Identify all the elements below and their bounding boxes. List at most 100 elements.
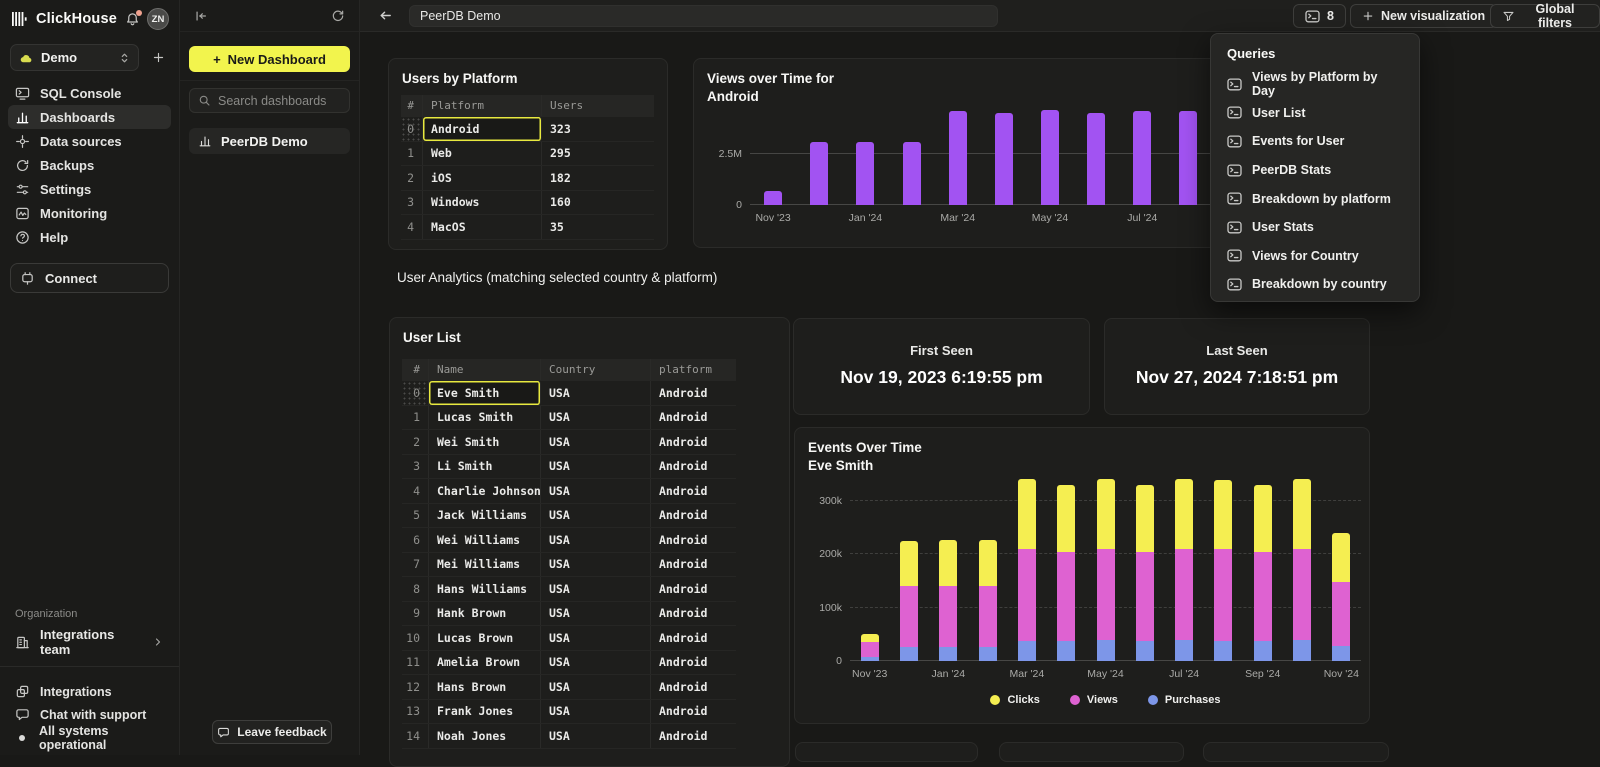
table-cell[interactable]: Web xyxy=(423,142,542,166)
query-item-views-for-country[interactable]: Views for Country xyxy=(1211,242,1419,271)
table-cell[interactable]: Windows xyxy=(423,191,542,215)
purchases-segment xyxy=(1057,641,1075,661)
table-cell[interactable]: Android xyxy=(651,381,736,405)
legend-item-views[interactable]: Views xyxy=(1070,694,1118,706)
dashboard-item-peerdb-demo[interactable]: PeerDB Demo xyxy=(189,128,350,154)
table-cell[interactable]: Android xyxy=(651,479,736,503)
sidebar-item-settings[interactable]: Settings xyxy=(8,177,171,201)
table-cell[interactable]: USA xyxy=(541,626,651,650)
table-cell[interactable]: 182 xyxy=(542,166,654,190)
table-cell[interactable]: USA xyxy=(541,406,651,430)
query-item-user-stats[interactable]: User Stats xyxy=(1211,213,1419,242)
selected-cell[interactable]: Android xyxy=(423,117,542,141)
sidebar-item-help[interactable]: Help xyxy=(8,225,171,249)
back-arrow-icon[interactable] xyxy=(378,8,393,23)
sidebar-item-data-sources[interactable]: Data sources xyxy=(8,129,171,153)
table-cell[interactable]: 295 xyxy=(542,142,654,166)
table-cell[interactable]: USA xyxy=(541,651,651,675)
table-cell[interactable]: Noah Jones xyxy=(429,724,541,748)
table-cell[interactable]: 160 xyxy=(542,191,654,215)
refresh-icon[interactable] xyxy=(331,9,345,23)
table-cell[interactable]: Jack Williams xyxy=(429,504,541,528)
table-cell[interactable]: Android xyxy=(651,504,736,528)
sidebar-item-backups[interactable]: Backups xyxy=(8,153,171,177)
sidebar-item-monitoring[interactable]: Monitoring xyxy=(8,201,171,225)
table-cell[interactable]: Hank Brown xyxy=(429,602,541,626)
table-cell[interactable]: USA xyxy=(541,675,651,699)
notifications-bell-icon[interactable] xyxy=(125,12,140,27)
sidebar-item-integrations-team[interactable]: Integrations team xyxy=(8,630,171,654)
service-selector[interactable]: Demo xyxy=(10,44,139,71)
query-item-user-list[interactable]: User List xyxy=(1211,99,1419,128)
new-dashboard-button[interactable]: + New Dashboard xyxy=(189,46,350,72)
table-cell[interactable]: Mei Williams xyxy=(429,553,541,577)
table-cell[interactable]: USA xyxy=(541,528,651,552)
table-cell[interactable]: Android xyxy=(651,724,736,748)
selected-cell[interactable]: Eve Smith xyxy=(429,381,541,405)
user-avatar[interactable]: ZN xyxy=(147,8,169,30)
table-cell[interactable]: USA xyxy=(541,602,651,626)
table-cell[interactable]: USA xyxy=(541,479,651,503)
table-cell[interactable]: iOS xyxy=(423,166,542,190)
table-cell[interactable]: USA xyxy=(541,455,651,479)
table-cell[interactable]: Android xyxy=(651,651,736,675)
table-cell[interactable]: Android xyxy=(651,675,736,699)
stat-value: Nov 27, 2024 7:18:51 pm xyxy=(1105,367,1369,388)
table-cell[interactable]: Android xyxy=(651,455,736,479)
sidebar: ClickHouse ZN Demo xyxy=(0,0,180,755)
table-cell[interactable]: Android xyxy=(651,406,736,430)
table-cell[interactable]: Frank Jones xyxy=(429,700,541,724)
table-cell[interactable]: Hans Williams xyxy=(429,577,541,601)
table-cell[interactable]: USA xyxy=(541,700,651,724)
footer-item-integrations[interactable]: Integrations xyxy=(8,680,171,703)
table-cell[interactable]: Android xyxy=(651,553,736,577)
new-visualization-button[interactable]: New visualization xyxy=(1350,4,1497,28)
table-cell[interactable]: USA xyxy=(541,577,651,601)
table-cell[interactable]: Amelia Brown xyxy=(429,651,541,675)
legend-item-clicks[interactable]: Clicks xyxy=(990,694,1039,706)
footer-item-all-systems-operational[interactable]: All systems operational xyxy=(8,726,171,749)
table-cell[interactable]: USA xyxy=(541,430,651,454)
table-cell[interactable]: Lucas Brown xyxy=(429,626,541,650)
query-item-views-by-platform-by-day[interactable]: Views by Platform by Day xyxy=(1211,70,1419,99)
search-dashboards-input[interactable] xyxy=(218,94,341,108)
query-item-peerdb-stats[interactable]: PeerDB Stats xyxy=(1211,156,1419,185)
legend-dot xyxy=(1148,695,1158,705)
query-item-breakdown-by-platform[interactable]: Breakdown by platform xyxy=(1211,184,1419,213)
table-cell[interactable]: Charlie Johnson xyxy=(429,479,541,503)
table-cell[interactable]: 35 xyxy=(542,215,654,239)
table-cell[interactable]: Android xyxy=(651,430,736,454)
leave-feedback-button[interactable]: Leave feedback xyxy=(212,720,332,744)
collapse-sidebar-icon[interactable] xyxy=(194,9,208,23)
global-filters-button[interactable]: Global filters xyxy=(1490,4,1600,28)
table-cell[interactable]: USA xyxy=(541,504,651,528)
table-cell[interactable]: Hans Brown xyxy=(429,675,541,699)
table-cell[interactable]: Li Smith xyxy=(429,455,541,479)
query-item-label: Breakdown by country xyxy=(1252,277,1387,291)
table-cell[interactable]: Lucas Smith xyxy=(429,406,541,430)
query-item-events-for-user[interactable]: Events for User xyxy=(1211,127,1419,156)
sidebar-item-sql-console[interactable]: SQL Console xyxy=(8,81,171,105)
table-cell[interactable]: Android xyxy=(651,626,736,650)
views-segment xyxy=(900,586,918,646)
table-cell[interactable]: Wei Williams xyxy=(429,528,541,552)
table-cell[interactable]: USA xyxy=(541,553,651,577)
add-service-button[interactable] xyxy=(147,51,169,64)
table-cell[interactable]: USA xyxy=(541,381,651,405)
table-cell[interactable]: USA xyxy=(541,724,651,748)
queries-count-button[interactable]: 8 xyxy=(1293,4,1346,28)
table-cell[interactable]: Android xyxy=(651,602,736,626)
connect-button[interactable]: Connect xyxy=(10,263,169,293)
table-cell[interactable]: Android xyxy=(651,700,736,724)
table-cell[interactable]: 323 xyxy=(542,117,654,141)
legend-item-purchases[interactable]: Purchases xyxy=(1148,694,1221,706)
views-segment xyxy=(1254,552,1272,641)
views-segment xyxy=(1214,549,1232,640)
table-cell[interactable]: Android xyxy=(651,577,736,601)
table-cell[interactable]: MacOS xyxy=(423,215,542,239)
sidebar-item-dashboards[interactable]: Dashboards xyxy=(8,105,171,129)
dashboard-title-input[interactable] xyxy=(409,5,998,27)
query-item-breakdown-by-country[interactable]: Breakdown by country xyxy=(1211,270,1419,299)
table-cell[interactable]: Wei Smith xyxy=(429,430,541,454)
table-cell[interactable]: Android xyxy=(651,528,736,552)
